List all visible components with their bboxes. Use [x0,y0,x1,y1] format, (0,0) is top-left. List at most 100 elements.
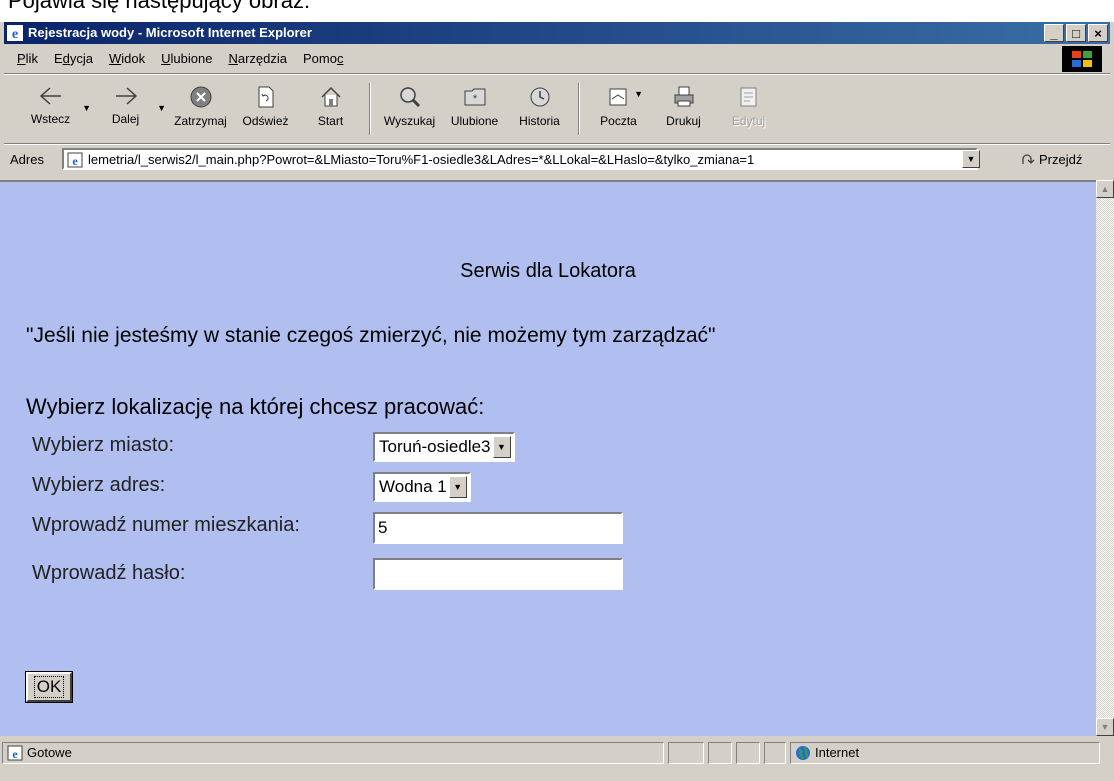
mail-label: Poczta [600,114,637,128]
menu-view[interactable]: Widok [102,49,152,68]
back-button[interactable]: Wstecz ▼ [18,79,91,139]
standard-toolbar: Wstecz ▼ Dalej ▼ Zatrzymaj Odśwież Start… [18,79,781,139]
address-select-label: Wybierz adres: [32,474,166,496]
address-bar: Adres e lemetria/l_serwis2/l_main.php?Po… [4,146,1110,174]
back-arrow-icon [39,87,61,105]
toolbar-separator [578,83,580,135]
back-dropdown-icon[interactable]: ▼ [82,103,91,113]
favorites-button[interactable]: * Ulubione [442,79,507,139]
menu-help-accel: c [336,50,344,66]
svg-text:e: e [72,154,78,168]
back-label: Wstecz [30,112,71,126]
menu-file-post: lik [25,50,38,66]
print-button[interactable]: Drukuj [651,79,716,139]
address-select-value: Wodna 1 [379,477,447,496]
stop-label: Zatrzymaj [174,114,227,128]
edit-label: Edytuj [731,114,766,128]
menu-favorites-post: lubione [170,50,213,66]
windows-logo-throbber [1062,46,1102,72]
stop-button[interactable]: Zatrzymaj [168,79,233,139]
home-button[interactable]: Start [298,79,363,139]
flat-number-input[interactable]: 5 [373,512,623,544]
city-select-value: Toruń-osiedle3 [379,437,491,456]
menu-divider [4,73,1110,75]
go-button[interactable]: Przejdź [1020,151,1082,167]
status-panel [708,742,732,764]
page-quote: "Jeśli nie jesteśmy w stanie czegoś zmie… [26,324,716,347]
chevron-down-icon[interactable]: ▼ [492,436,511,458]
city-label: Wybierz miasto: [32,434,175,456]
page-done-icon: e [7,745,23,761]
page-content: Serwis dla Lokatora "Jeśli nie jesteśmy … [0,180,1096,736]
history-button[interactable]: Historia [507,79,572,139]
menu-bar: Plik Edycja Widok Ulubione Narzędzia Pom… [10,47,350,69]
password-input[interactable] [373,558,623,590]
svg-text:e: e [12,27,18,41]
ie-logo-icon: e [7,25,23,41]
address-dropdown-icon[interactable]: ▼ [962,150,980,168]
status-text: Gotowe [27,745,72,760]
document-caption: Pojawia się następujący obraz: [8,0,311,13]
edit-button[interactable]: Edytuj [716,79,781,139]
mail-dropdown-icon[interactable]: ▼ [634,89,643,99]
password-label: Wprowadź hasło: [32,562,186,584]
status-panel [736,742,760,764]
go-arrow-icon [1022,154,1035,164]
refresh-icon [258,86,273,108]
go-label: Przejdź [1039,151,1083,167]
forward-dropdown-icon[interactable]: ▼ [157,103,166,113]
forward-arrow-icon [115,87,137,105]
title-bar[interactable]: e Rejestracja wody - Microsoft Internet … [4,22,1110,44]
flat-number-label: Wprowadź numer mieszkania: [32,514,300,536]
refresh-button[interactable]: Odśwież [233,79,298,139]
home-label: Start [317,114,344,128]
search-icon [399,87,420,108]
print-label: Drukuj [666,114,701,128]
chevron-down-icon[interactable]: ▼ [448,476,467,498]
address-input[interactable]: e lemetria/l_serwis2/l_main.php?Powrot=&… [62,148,978,170]
menu-tools-accel: N [228,50,238,66]
stop-icon [190,86,211,108]
windows-logo-icon [1072,51,1092,67]
address-select[interactable]: Wodna 1 ▼ [373,472,471,502]
scroll-up-icon[interactable]: ▲ [1096,180,1114,198]
svg-text:e: e [12,747,18,761]
browser-window: e Rejestracja wody - Microsoft Internet … [0,22,1114,781]
minimize-button[interactable]: _ [1044,24,1064,42]
vertical-scrollbar[interactable]: ▲ ▼ [1096,180,1114,736]
zone-text: Internet [815,745,860,760]
address-url: lemetria/l_serwis2/l_main.php?Powrot=&LM… [88,152,755,167]
menu-edit[interactable]: Edycja [47,49,100,68]
menu-help-pre: Pomo [302,50,337,66]
scroll-down-icon[interactable]: ▼ [1096,718,1114,736]
menu-file[interactable]: Plik [10,49,45,68]
ok-button[interactable]: OK [25,671,73,703]
maximize-button[interactable]: □ [1066,24,1086,42]
menu-tools[interactable]: Narzędzia [221,49,294,68]
forward-label: Dalej [111,112,140,126]
menu-tools-post: arzędzia [237,50,287,66]
favorites-icon: * [464,88,485,106]
status-panel [668,742,704,764]
home-icon [320,86,341,107]
location-heading: Wybierz lokalizację na której chcesz pra… [26,394,485,419]
status-panel [764,742,786,764]
page-title: Serwis dla Lokatora [460,260,636,282]
city-select[interactable]: Toruń-osiedle3 ▼ [373,432,515,462]
menu-favorites[interactable]: Ulubione [154,49,219,68]
mail-button[interactable]: Poczta ▼ [586,79,651,139]
status-bar: e Gotowe Internet [0,737,1114,781]
toolbar-separator [369,83,371,135]
close-button[interactable]: × [1088,24,1108,42]
ok-label: OK [33,676,65,698]
page-icon: e [67,152,83,168]
menu-edit-pre: E [53,50,63,66]
svg-text:*: * [472,93,477,105]
print-icon [674,86,693,107]
menu-favorites-accel: U [161,50,171,66]
forward-button[interactable]: Dalej ▼ [93,79,166,139]
menu-help[interactable]: Pomoc [296,49,350,68]
search-button[interactable]: Wyszukaj [377,79,442,139]
address-label: Adres [10,152,44,167]
edit-icon [740,87,756,107]
